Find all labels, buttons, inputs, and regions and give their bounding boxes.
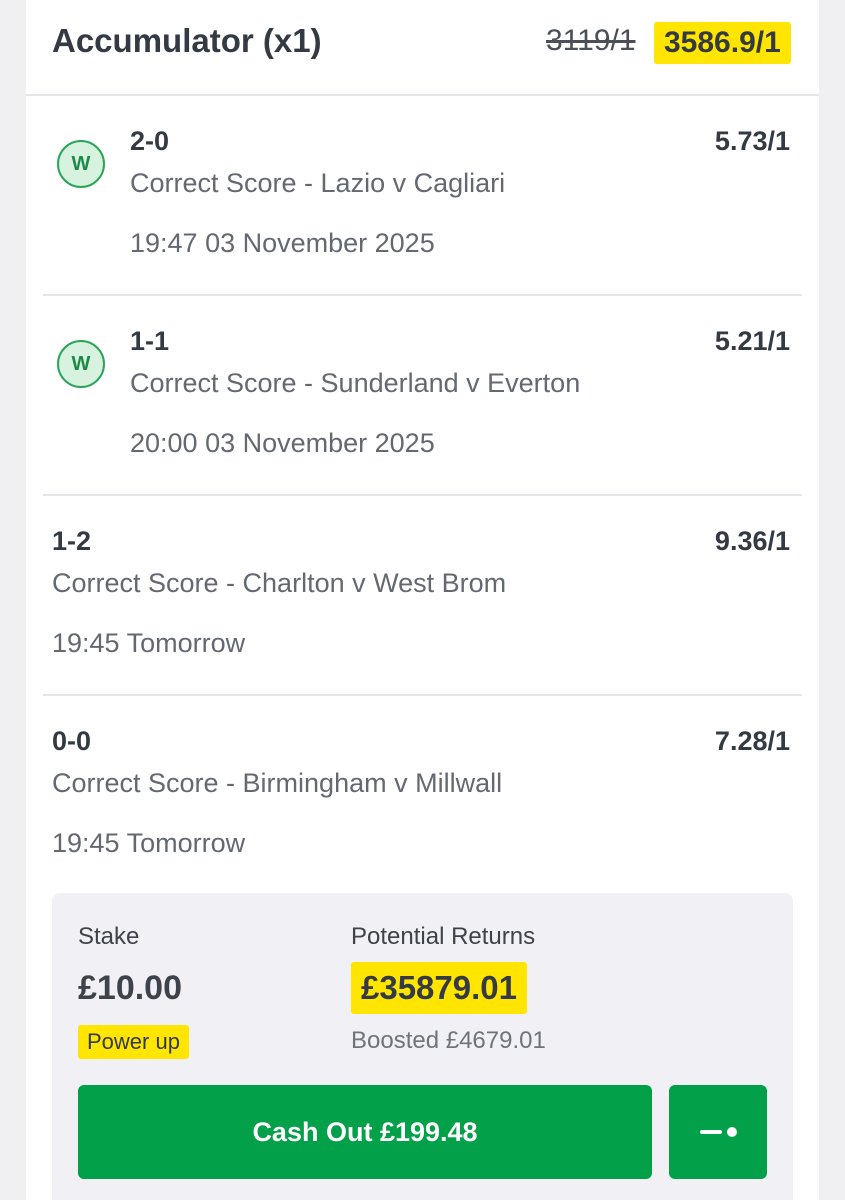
selection-market: Correct Score - Sunderland v Everton	[130, 368, 581, 398]
bet-header: Accumulator (x1) 3119/1 3586.9/1	[26, 0, 819, 96]
selection-time: 19:47 03 November 2025	[130, 228, 435, 258]
partial-cashout-slider-icon	[699, 1130, 722, 1134]
selection-time: 20:00 03 November 2025	[130, 428, 435, 458]
selection-odds: 7.28/1	[714, 726, 790, 756]
selection-market: Correct Score - Charlton v West Brom	[52, 568, 507, 598]
selection-odds: 5.21/1	[714, 326, 790, 356]
selection-market: Correct Score - Lazio v Cagliari	[130, 168, 506, 198]
selection-odds: 9.36/1	[714, 526, 790, 556]
selection-market: Correct Score - Birmingham v Millwall	[52, 768, 503, 798]
slider-dot-icon	[726, 1127, 737, 1137]
original-odds: 3119/1	[546, 24, 636, 57]
selection-odds: 5.73/1	[714, 126, 790, 156]
selection-score: 2-0	[130, 126, 170, 156]
won-badge-icon: W	[57, 340, 105, 388]
selection-score: 0-0	[52, 726, 92, 756]
cash-out-button[interactable]: Cash Out £199.48	[78, 1085, 652, 1179]
selection-time: 19:45 Tomorrow	[52, 628, 246, 658]
selection-row: 1-2 Correct Score - Charlton v West Brom…	[43, 496, 802, 696]
won-badge-icon: W	[57, 140, 105, 188]
stake-value: £10.00	[78, 969, 182, 1007]
bet-title: Accumulator (x1)	[52, 22, 322, 59]
selection-row: W 2-0 Correct Score - Lazio v Cagliari 1…	[43, 96, 802, 296]
potential-returns-value: £35879.01	[351, 962, 527, 1014]
selection-score: 1-1	[130, 326, 170, 356]
boosted-odds: 3586.9/1	[654, 22, 791, 64]
boosted-amount: Boosted £4679.01	[351, 1027, 546, 1054]
bet-card: Accumulator (x1) 3119/1 3586.9/1 W 2-0 C…	[26, 0, 819, 1200]
bet-summary: Stake £10.00 Power up Potential Returns …	[52, 893, 793, 1200]
selection-row: W 1-1 Correct Score - Sunderland v Evert…	[43, 296, 802, 496]
partial-cashout-button[interactable]	[669, 1085, 767, 1179]
power-up-badge: Power up	[78, 1025, 189, 1059]
selection-score: 1-2	[52, 526, 92, 556]
selection-row: 0-0 Correct Score - Birmingham v Millwal…	[43, 696, 802, 896]
selection-time: 19:45 Tomorrow	[52, 828, 246, 858]
stake-label: Stake	[78, 923, 140, 950]
potential-returns-label: Potential Returns	[351, 923, 536, 950]
